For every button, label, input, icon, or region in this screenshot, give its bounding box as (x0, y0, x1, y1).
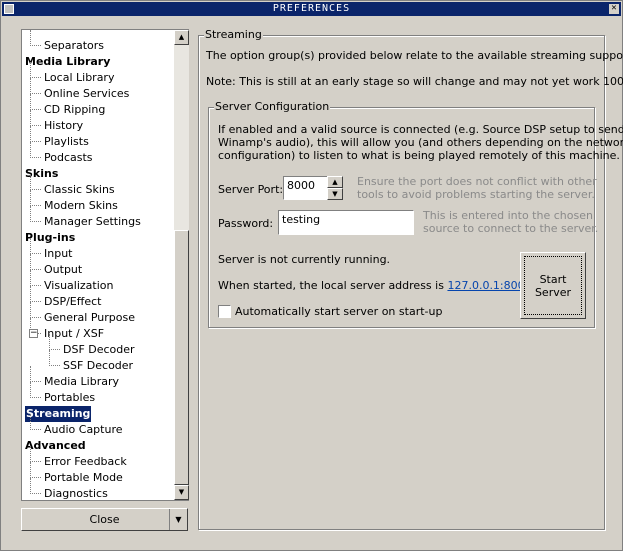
tree-item[interactable]: Podcasts (44, 150, 93, 166)
preferences-tree[interactable]: ▲ ▼ Separators Media Library Local Library… (21, 29, 189, 501)
chevron-down-icon[interactable]: ▼ (169, 509, 187, 530)
tree-connector (30, 254, 41, 270)
tree-connector (30, 446, 41, 462)
tree-connector (30, 142, 41, 158)
tree-connector (30, 110, 41, 126)
tree-item[interactable]: Modern Skins (44, 198, 118, 214)
server-port-stepper[interactable]: ▲ ▼ (327, 176, 343, 200)
start-label: Server (534, 286, 572, 299)
tree-item[interactable]: Portables (44, 390, 95, 406)
server-address-link[interactable]: 127.0.0.1:8000 (447, 279, 531, 292)
spin-up-icon[interactable]: ▲ (327, 176, 343, 188)
streaming-group-title: Streaming (204, 28, 263, 42)
collapse-icon[interactable]: − (29, 329, 38, 338)
close-button-label: Close (89, 513, 120, 526)
password-hint: source to connect to the server. (423, 222, 599, 235)
tree-item[interactable]: Visualization (44, 278, 113, 294)
scroll-up-icon[interactable]: ▲ (174, 30, 189, 45)
tree-item[interactable]: Input (44, 246, 72, 262)
password-input[interactable]: testing (278, 210, 414, 235)
start-server-button[interactable]: Start Server (520, 252, 586, 319)
server-config-title: Server Configuration (214, 100, 331, 114)
tree-connector (30, 302, 41, 318)
title-bar: PREFERENCES ✕ (2, 2, 621, 16)
tree-item[interactable]: History (44, 118, 83, 134)
tree-item[interactable]: Manager Settings (44, 214, 141, 230)
scroll-down-icon[interactable]: ▼ (174, 485, 189, 500)
scroll-thumb[interactable] (174, 230, 189, 485)
close-icon[interactable]: ✕ (609, 4, 619, 14)
port-hint: tools to avoid problems starting the ser… (357, 188, 595, 201)
tree-item[interactable]: Audio Capture (44, 422, 123, 438)
tree-item[interactable]: SSF Decoder (63, 358, 133, 374)
tree-connector (30, 478, 41, 494)
tree-item[interactable]: DSF Decoder (63, 342, 135, 358)
tree-item[interactable]: Online Services (44, 86, 129, 102)
server-status: Server is not currently running. (218, 253, 391, 266)
address-label: When started, the local server address i… (218, 279, 444, 292)
preferences-window: PREFERENCES ✕ ▲ ▼ Separators Media Librar… (0, 0, 623, 551)
tree-connector (30, 414, 41, 430)
intro-text: The option group(s) provided below relat… (206, 49, 623, 62)
tree-connector (30, 382, 41, 398)
tree-connector (30, 286, 41, 302)
app-icon[interactable] (4, 4, 14, 14)
tree-connector (30, 238, 41, 254)
tree-item[interactable]: Separators (44, 38, 104, 54)
autostart-checkbox[interactable] (218, 305, 231, 318)
tree-connector (30, 78, 41, 94)
tree-item[interactable]: Playlists (44, 134, 89, 150)
tree-connector (30, 190, 41, 206)
tree-item[interactable]: DSP/Effect (44, 294, 101, 310)
tree-item[interactable]: Output (44, 262, 82, 278)
tree-connector (49, 350, 60, 366)
tree-connector (30, 270, 41, 286)
tree-scrollbar[interactable]: ▲ ▼ (174, 30, 189, 500)
server-desc-line: configuration) to listen to what is bein… (218, 149, 620, 162)
password-label: Password: (218, 217, 274, 230)
tree-connector (30, 206, 41, 222)
tree-connector (30, 94, 41, 110)
tree-item[interactable]: Diagnostics (44, 486, 108, 502)
tree-item[interactable]: Media Library (44, 374, 119, 390)
tree-connector (30, 62, 41, 78)
tree-item[interactable]: CD Ripping (44, 102, 105, 118)
tree-item[interactable]: Error Feedback (44, 454, 127, 470)
close-button[interactable]: Close ▼ (21, 508, 188, 531)
server-port-value: 8000 (287, 179, 315, 192)
tree-item[interactable]: General Purpose (44, 310, 135, 326)
password-value: testing (282, 213, 321, 226)
tree-item[interactable]: Local Library (44, 70, 114, 86)
tree-item[interactable]: Portable Mode (44, 470, 123, 486)
tree-connector (30, 366, 41, 382)
note-text: Note: This is still at an early stage so… (206, 75, 623, 88)
server-port-input[interactable]: 8000 (283, 176, 328, 200)
tree-connector (30, 126, 41, 142)
tree-connector (30, 30, 41, 46)
window-title: PREFERENCES (272, 3, 351, 14)
tree-connector (30, 462, 41, 478)
tree-connector (30, 174, 41, 190)
tree-item[interactable]: Classic Skins (44, 182, 115, 198)
autostart-label[interactable]: Automatically start server on start-up (235, 304, 442, 319)
spin-down-icon[interactable]: ▼ (327, 188, 343, 200)
server-port-label: Server Port: (218, 183, 284, 196)
tree-connector (49, 334, 60, 350)
start-label: Start (539, 273, 567, 286)
